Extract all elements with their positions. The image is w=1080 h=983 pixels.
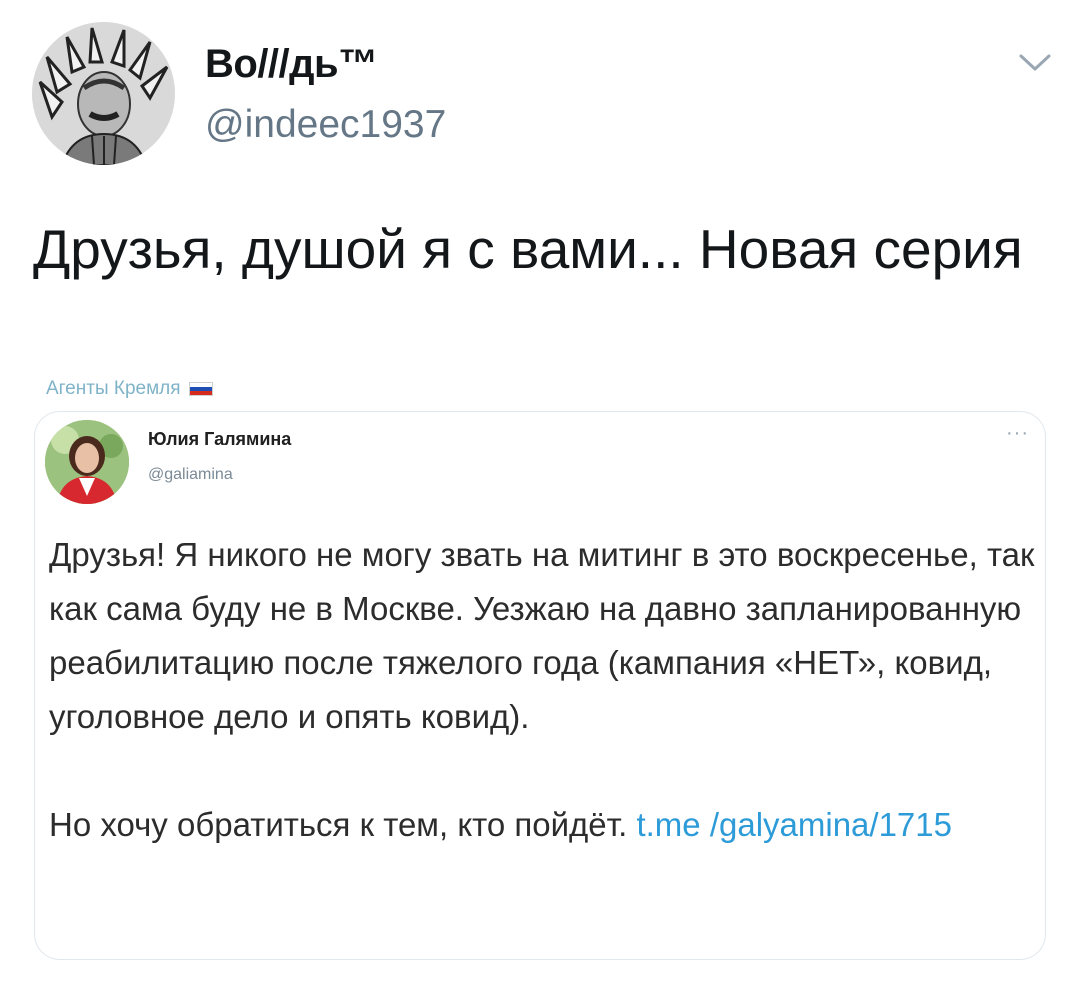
author-avatar[interactable] [32, 22, 175, 165]
quoted-paragraph-2-text: Но хочу обратиться к тем, кто пойдёт. [49, 806, 628, 843]
more-options-icon: ··· [1006, 422, 1029, 444]
quoted-author-name: Юлия Галямина [148, 429, 292, 449]
quoted-paragraph-1: Друзья! Я никого не могу звать на митинг… [49, 536, 1035, 735]
quoted-author-handle: @galiamina [148, 466, 233, 483]
quoted-tweet-body: Друзья! Я никого не могу звать на митинг… [49, 528, 1039, 852]
avatar-image [32, 22, 175, 165]
author-display-name[interactable]: Во///дь™ [205, 40, 378, 88]
quoted-author-avatar [45, 420, 129, 504]
quoted-paragraph-2: Но хочу обратиться к тем, кто пойдёт. t.… [49, 798, 1039, 852]
source-label-text: Агенты Кремля [46, 378, 181, 399]
russian-flag-icon [188, 382, 213, 396]
source-label: Агенты Кремля [46, 378, 213, 400]
author-handle[interactable]: @indeec1937 [205, 101, 446, 149]
tweet-text: Друзья, душой я с вами... Новая серия [33, 218, 1023, 280]
telegram-link: t.me /galyamina/1715 [636, 806, 952, 843]
chevron-down-icon[interactable] [1018, 50, 1052, 74]
quoted-tweet-image[interactable]: Юлия Галямина @galiamina ··· Друзья! Я н… [34, 411, 1046, 960]
